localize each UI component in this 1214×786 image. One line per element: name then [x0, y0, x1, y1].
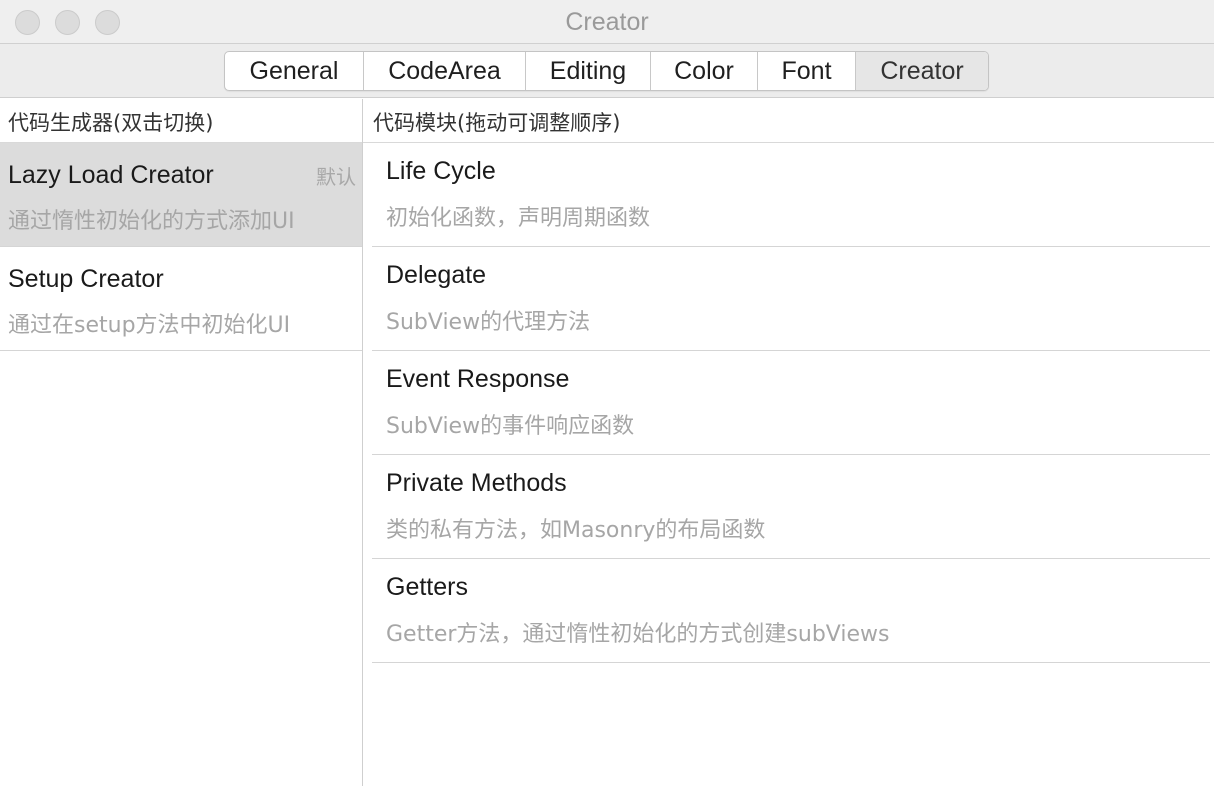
code-module-header: 代码模块(拖动可调整顺序) [363, 99, 1214, 143]
tab-color[interactable]: Color [651, 52, 758, 90]
preferences-tab-bar: General CodeArea Editing Color Font Crea… [224, 51, 989, 91]
preferences-window: Creator General CodeArea Editing Color F… [0, 0, 1214, 786]
module-item-description: 初始化函数，声明周期函数 [386, 206, 651, 231]
creator-list-header: 代码生成器(双击切换) [0, 99, 362, 143]
module-item-title: Life Cycle [386, 157, 496, 185]
module-item-delegate[interactable]: Delegate SubView的代理方法 [372, 247, 1210, 351]
module-item-private-methods[interactable]: Private Methods 类的私有方法，如Masonry的布局函数 [372, 455, 1210, 559]
module-item-description: 类的私有方法，如Masonry的布局函数 [386, 518, 766, 543]
module-item-event-response[interactable]: Event Response SubView的事件响应函数 [372, 351, 1210, 455]
tab-codearea[interactable]: CodeArea [364, 52, 526, 90]
tab-creator[interactable]: Creator [856, 52, 988, 90]
module-item-description: Getter方法，通过惰性初始化的方式创建subViews [386, 622, 890, 647]
module-item-description: SubView的代理方法 [386, 310, 591, 335]
creator-item-description: 通过在setup方法中初始化UI [8, 313, 291, 338]
creator-item-lazy-load[interactable]: Lazy Load Creator 默认 通过惰性初始化的方式添加UI [0, 143, 362, 247]
creator-list-pane: 代码生成器(双击切换) Lazy Load Creator 默认 通过惰性初始化… [0, 99, 362, 786]
title-bar: Creator [0, 0, 1214, 44]
module-item-life-cycle[interactable]: Life Cycle 初始化函数，声明周期函数 [372, 143, 1210, 247]
tab-general[interactable]: General [225, 52, 364, 90]
default-badge: 默认 [316, 165, 356, 189]
tab-editing[interactable]: Editing [526, 52, 651, 90]
module-item-title: Event Response [386, 365, 570, 393]
code-module-pane: 代码模块(拖动可调整顺序) Life Cycle 初始化函数，声明周期函数 De… [363, 99, 1214, 786]
module-item-getters[interactable]: Getters Getter方法，通过惰性初始化的方式创建subViews [372, 559, 1210, 663]
creator-item-setup[interactable]: Setup Creator 通过在setup方法中初始化UI [0, 247, 362, 351]
module-item-description: SubView的事件响应函数 [386, 414, 635, 439]
window-title: Creator [565, 8, 649, 36]
creator-item-title: Setup Creator [8, 265, 164, 293]
tab-font[interactable]: Font [758, 52, 856, 90]
creator-item-title: Lazy Load Creator [8, 161, 214, 189]
module-item-title: Delegate [386, 261, 487, 289]
creator-item-description: 通过惰性初始化的方式添加UI [8, 209, 295, 234]
module-item-title: Private Methods [386, 469, 567, 497]
toolbar: General CodeArea Editing Color Font Crea… [0, 44, 1214, 98]
module-item-title: Getters [386, 573, 468, 601]
